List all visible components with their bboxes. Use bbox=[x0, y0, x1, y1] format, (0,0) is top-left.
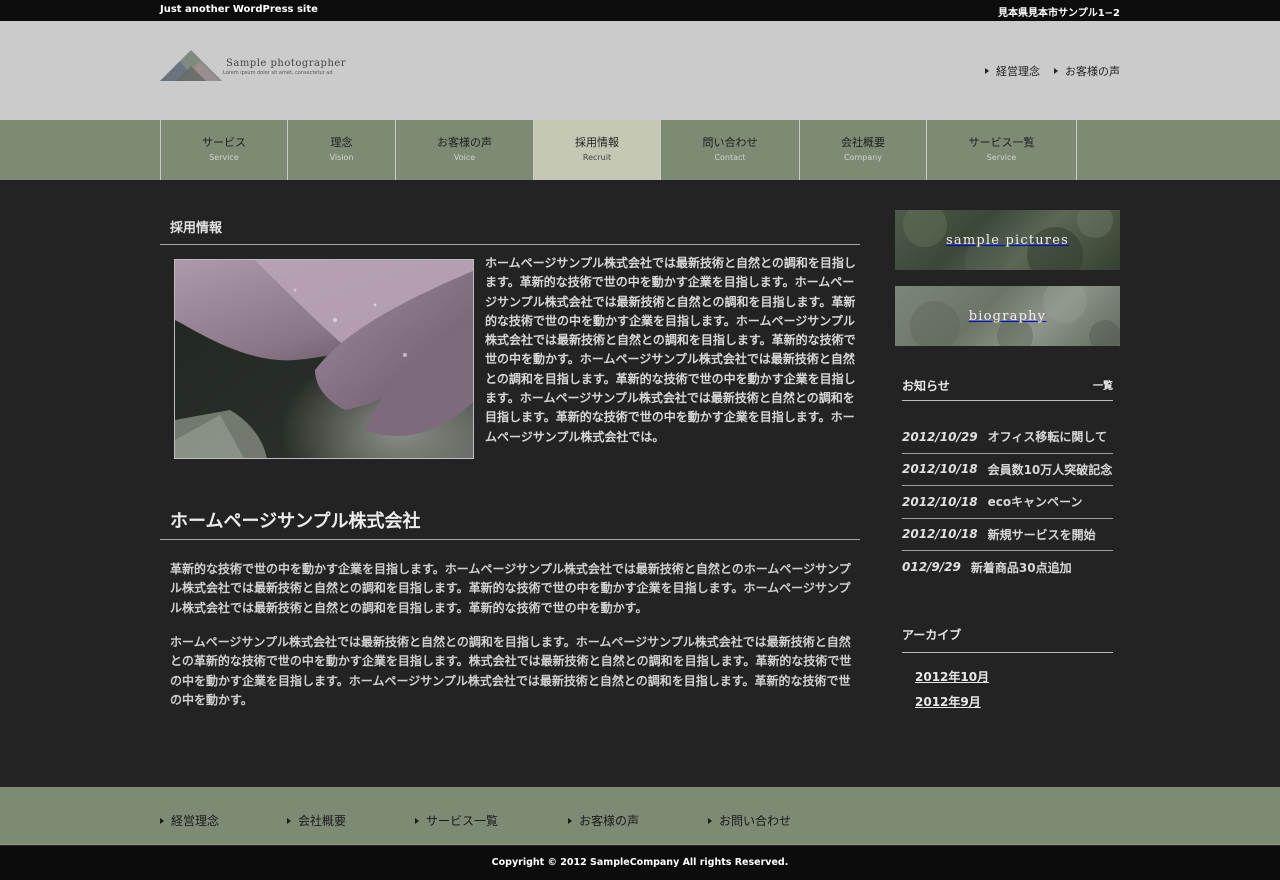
nav-label-jp: サービス一覧 bbox=[968, 136, 1035, 149]
nav-label-jp: 会社概要 bbox=[841, 136, 885, 149]
banner-label: biography bbox=[968, 308, 1047, 324]
logo-name: Sample photographer bbox=[226, 58, 347, 69]
nav-label-en: Contact bbox=[714, 153, 746, 162]
nav-label-en: Company bbox=[843, 153, 883, 162]
news-header: お知らせ 一覧 bbox=[902, 375, 1113, 401]
header-link-label: お客様の声 bbox=[1065, 65, 1120, 78]
footer-link-voice[interactable]: お客様の声 bbox=[568, 812, 639, 829]
arrow-right-icon bbox=[708, 817, 712, 824]
company-heading: ホームページサンプル株式会社 bbox=[160, 507, 860, 540]
company-paragraph-1: 革新的な技術で世の中を動かす企業を目指します。ホームページサンプル株式会社では最… bbox=[170, 562, 851, 615]
nav-label-en: Recruit bbox=[582, 153, 612, 162]
news-title: お知らせ bbox=[902, 379, 950, 393]
lotus-photo bbox=[174, 259, 474, 459]
news-item[interactable]: 2012/10/18 ecoキャンペーン bbox=[902, 486, 1113, 519]
header-link-voice[interactable]: お客様の声 bbox=[1054, 63, 1120, 79]
footer-link-label: 会社概要 bbox=[298, 814, 347, 828]
arrow-right-icon bbox=[1054, 68, 1058, 74]
company-paragraph-2: ホームページサンプル株式会社では最新技術と自然との調和を目指します。ホームページ… bbox=[170, 635, 852, 707]
news-title-text: オフィス移転に関して bbox=[987, 430, 1107, 445]
news-list: 2012/10/29 オフィス移転に関して 2012/10/18 会員数10万人… bbox=[902, 421, 1113, 584]
copyright: Copyright © 2012 SampleCompany All right… bbox=[0, 846, 1280, 880]
arrow-right-icon bbox=[287, 817, 291, 824]
nav-label-en: Service bbox=[209, 153, 239, 162]
site-header: Sample photographer Lorem ipsum dolor si… bbox=[0, 21, 1280, 120]
address-text: 見本県見本市サンプル1−2 bbox=[998, 8, 1120, 19]
page-title: 採用情報 bbox=[160, 217, 860, 245]
top-bar: Just another WordPress site 見本県見本市サンプル1−… bbox=[0, 0, 1280, 21]
header-link-philosophy[interactable]: 経営理念 bbox=[985, 63, 1040, 79]
archive-title: アーカイブ bbox=[902, 626, 1113, 653]
nav-label-en: Service bbox=[986, 153, 1017, 162]
logo-mark-icon bbox=[160, 50, 222, 81]
nav-label-jp: 問い合わせ bbox=[702, 136, 758, 149]
nav-item-company[interactable]: 会社概要 Company bbox=[800, 120, 927, 180]
news-all-link[interactable]: 一覧 bbox=[1093, 377, 1113, 392]
news-title-text: 新規サービスを開始 bbox=[987, 527, 1096, 542]
news-item[interactable]: 2012/10/18 会員数10万人突破記念 bbox=[902, 454, 1113, 486]
arrow-right-icon bbox=[985, 68, 989, 74]
site-tagline: Just another WordPress site bbox=[160, 4, 318, 15]
news-date: 012/9/29 bbox=[902, 560, 961, 575]
footer-link-label: お客様の声 bbox=[579, 814, 640, 828]
news-item[interactable]: 2012/10/29 オフィス移転に関して bbox=[902, 421, 1113, 454]
nav-label-jp: お客様の声 bbox=[437, 136, 492, 149]
arrow-right-icon bbox=[568, 817, 572, 824]
footer-link-label: サービス一覧 bbox=[426, 814, 499, 828]
sample-pictures-banner[interactable]: sample pictures bbox=[895, 210, 1120, 270]
biography-banner[interactable]: biography bbox=[895, 286, 1120, 346]
banner-label: sample pictures bbox=[946, 232, 1069, 248]
news-title-text: ecoキャンペーン bbox=[987, 495, 1083, 510]
arrow-right-icon bbox=[160, 817, 164, 824]
nav-label-jp: 採用情報 bbox=[575, 136, 619, 149]
nav-label-jp: 理念 bbox=[330, 136, 353, 149]
footer-link-label: お問い合わせ bbox=[719, 814, 792, 828]
footer-nav: 経営理念 会社概要 サービス一覧 お客様の声 お問い合わせ bbox=[0, 787, 1280, 845]
nav-item-service-list[interactable]: サービス一覧 Service bbox=[927, 120, 1077, 180]
archive-list: 2012年10月 2012年9月 bbox=[915, 666, 989, 716]
site-logo[interactable]: Sample photographer Lorem ipsum dolor si… bbox=[160, 50, 360, 86]
header-links: 経営理念 お客様の声 bbox=[985, 63, 1120, 79]
archive-item: 2012年10月 bbox=[915, 666, 989, 691]
archive-link-2012-09[interactable]: 2012年9月 bbox=[915, 695, 981, 709]
nav-item-contact[interactable]: 問い合わせ Contact bbox=[661, 120, 800, 180]
global-nav: サービス Service 理念 Vision お客様の声 Voice 採用情報 … bbox=[0, 120, 1280, 180]
news-date: 2012/10/29 bbox=[902, 429, 978, 444]
footer-link-contact[interactable]: お問い合わせ bbox=[708, 812, 791, 829]
nav-item-service[interactable]: サービス Service bbox=[161, 120, 288, 180]
header-link-label: 経営理念 bbox=[996, 65, 1040, 78]
footer-link-company[interactable]: 会社概要 bbox=[287, 812, 346, 829]
news-item[interactable]: 2012/10/18 新規サービスを開始 bbox=[902, 519, 1113, 551]
news-title-text: 新着商品30点追加 bbox=[970, 560, 1072, 575]
nav-item-recruit[interactable]: 採用情報 Recruit bbox=[534, 120, 661, 180]
logo-subtitle: Lorem ipsum dolor sit amet, consectetur … bbox=[223, 70, 333, 76]
footer-link-service-list[interactable]: サービス一覧 bbox=[415, 812, 498, 829]
news-item[interactable]: 012/9/29 新着商品30点追加 bbox=[902, 551, 1113, 584]
intro-text: ホームページサンプル株式会社では最新技術と自然との調和を目指します。革新的な技術… bbox=[485, 256, 856, 444]
archive-item: 2012年9月 bbox=[915, 691, 989, 716]
footer-link-philosophy[interactable]: 経営理念 bbox=[160, 812, 219, 829]
nav-label-en: Vision bbox=[329, 153, 354, 162]
arrow-right-icon bbox=[415, 817, 419, 824]
news-date: 2012/10/18 bbox=[902, 527, 978, 542]
nav-item-vision[interactable]: 理念 Vision bbox=[288, 120, 396, 180]
archive-link-2012-10[interactable]: 2012年10月 bbox=[915, 670, 989, 684]
news-title-text: 会員数10万人突破記念 bbox=[987, 462, 1113, 477]
news-date: 2012/10/18 bbox=[902, 462, 978, 477]
nav-item-voice[interactable]: お客様の声 Voice bbox=[396, 120, 534, 180]
news-date: 2012/10/18 bbox=[902, 494, 978, 509]
nav-label-en: Voice bbox=[453, 153, 476, 162]
footer-link-label: 経営理念 bbox=[171, 814, 220, 828]
nav-label-jp: サービス bbox=[202, 136, 246, 149]
